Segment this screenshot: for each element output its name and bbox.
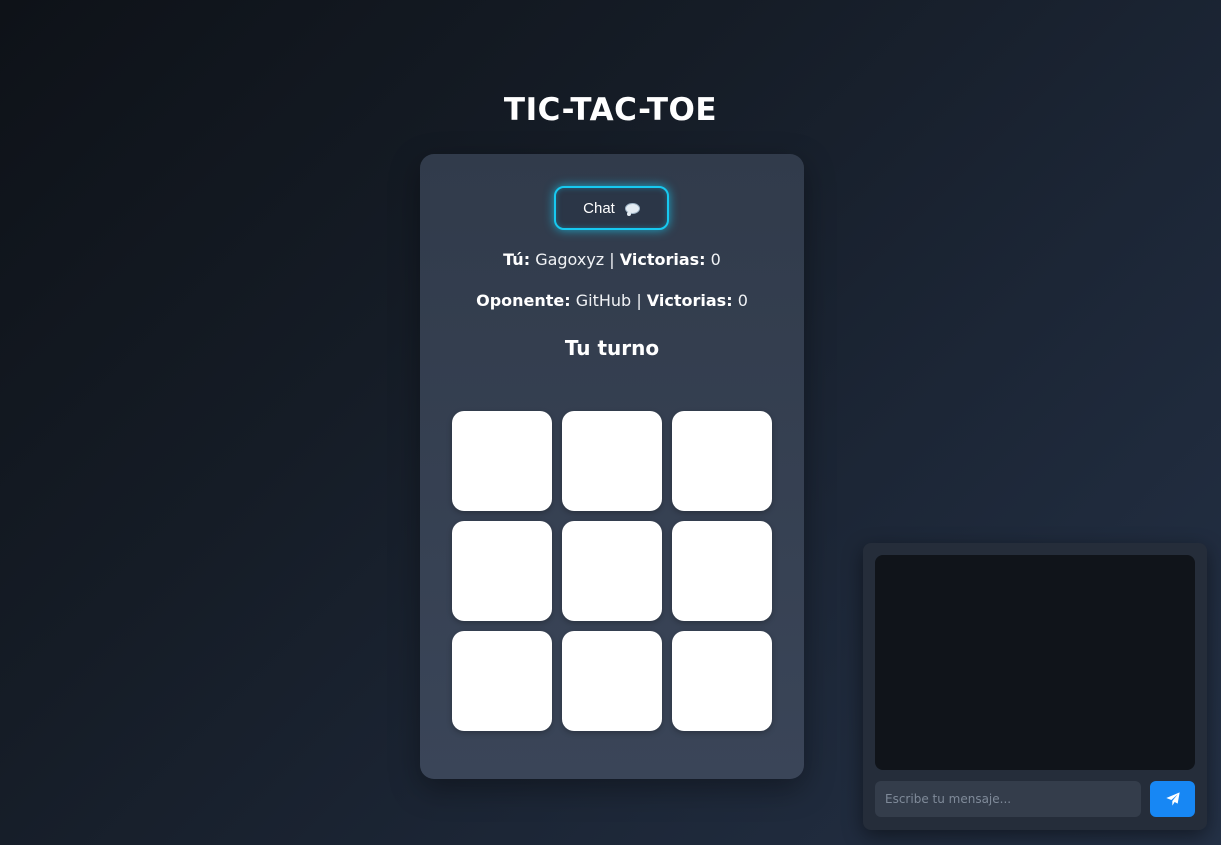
board-cell-3[interactable] xyxy=(672,411,772,511)
board-cell-6[interactable] xyxy=(672,521,772,621)
chat-button-label: Chat xyxy=(583,199,615,217)
player-separator: | xyxy=(609,250,615,269)
chat-messages[interactable] xyxy=(875,555,1195,770)
opponent-name: GitHub xyxy=(575,291,632,310)
opponent-label: Oponente: xyxy=(476,291,571,310)
page-title: TIC-TAC-TOE xyxy=(503,92,718,128)
player-info: Tú: Gagoxyz | Victorias: 0 xyxy=(420,250,804,269)
board-cell-8[interactable] xyxy=(562,631,662,731)
player-wins: 0 xyxy=(710,250,721,269)
paper-plane-icon xyxy=(1165,792,1180,806)
game-board xyxy=(452,411,772,731)
player-label: Tú: xyxy=(503,250,531,269)
chat-message-input[interactable] xyxy=(875,781,1141,817)
player-wins-label: Victorias: xyxy=(619,250,706,269)
board-cell-2[interactable] xyxy=(562,411,662,511)
game-card: Chat Tú: Gagoxyz | Victorias: 0 Oponente… xyxy=(420,154,804,779)
opponent-separator: | xyxy=(636,291,642,310)
opponent-wins: 0 xyxy=(737,291,748,310)
board-cell-4[interactable] xyxy=(452,521,552,621)
chat-panel xyxy=(863,543,1207,830)
opponent-wins-label: Victorias: xyxy=(646,291,733,310)
chat-button[interactable]: Chat xyxy=(554,186,669,230)
opponent-info: Oponente: GitHub | Victorias: 0 xyxy=(420,291,804,310)
board-cell-5[interactable] xyxy=(562,521,662,621)
player-name: Gagoxyz xyxy=(535,250,605,269)
board-cell-9[interactable] xyxy=(672,631,772,731)
speech-bubble-icon xyxy=(624,202,640,216)
send-message-button[interactable] xyxy=(1150,781,1195,817)
board-cell-1[interactable] xyxy=(452,411,552,511)
turn-status: Tu turno xyxy=(564,336,660,360)
board-cell-7[interactable] xyxy=(452,631,552,731)
